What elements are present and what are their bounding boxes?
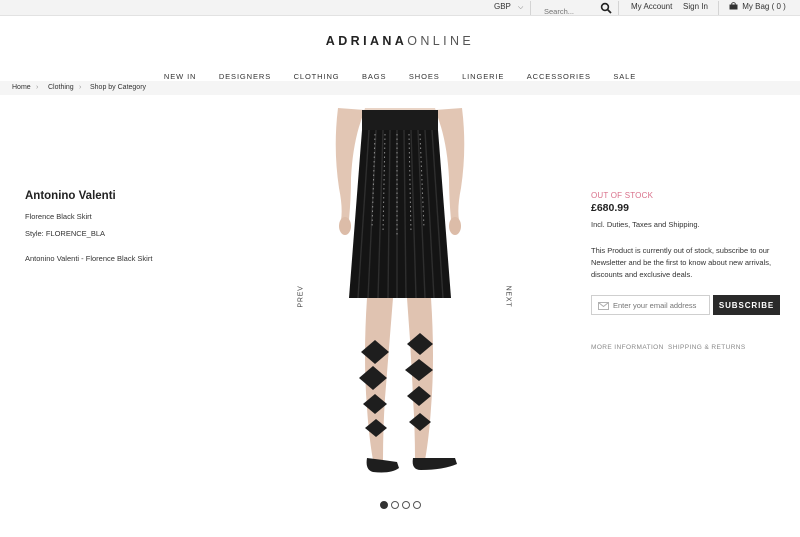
out-of-stock-notice: This Product is currently out of stock, … [591, 246, 772, 279]
site-logo[interactable]: ADRIANAONLINE [0, 34, 800, 48]
product-price: £680.99 [591, 202, 629, 214]
nav-designers[interactable]: DESIGNERS [219, 72, 271, 81]
currency-selector[interactable]: GBP ⌵ [494, 2, 523, 12]
nav-sale[interactable]: SALE [613, 72, 636, 81]
product-name: Florence Black Skirt [25, 212, 92, 221]
nav-shoes[interactable]: SHOES [409, 72, 440, 81]
stock-status: OUT OF STOCK [591, 191, 654, 200]
gallery-dot-4[interactable] [413, 501, 421, 509]
utility-bar: GBP ⌵ My Account Sign In My Bag ( 0 ) [0, 0, 800, 18]
breadcrumb-home[interactable]: Home [12, 84, 31, 91]
chevron-right-icon: › [79, 84, 82, 91]
my-account-link[interactable]: My Account [631, 2, 672, 11]
logo-primary: ADRIANA [325, 34, 408, 48]
product-brand[interactable]: Antonino Valenti [25, 190, 116, 202]
subscribe-button[interactable]: SUBSCRIBE [713, 295, 780, 315]
mail-icon [598, 302, 609, 310]
bag-count: ( 0 ) [771, 2, 786, 11]
nav-accessories[interactable]: ACCESSORIES [527, 72, 591, 81]
nav-bags[interactable]: BAGS [362, 72, 386, 81]
gallery-prev-button[interactable]: PREV [298, 285, 305, 307]
product-style-code: Style: FLORENCE_BLA [25, 229, 106, 238]
bag-icon [729, 2, 738, 10]
gallery-dot-3[interactable] [402, 501, 410, 509]
breadcrumb: Home › Clothing › Shop by Category [0, 81, 800, 95]
search-input[interactable] [538, 5, 594, 18]
product-description: Antonino Valenti - Florence Black Skirt [25, 254, 153, 263]
breadcrumb-shop-by-category[interactable]: Shop by Category [90, 84, 146, 91]
newsletter-email-field [591, 295, 710, 315]
divider [618, 1, 619, 15]
nav-lingerie[interactable]: LINGERIE [462, 72, 504, 81]
chevron-down-icon: ⌵ [517, 4, 524, 11]
email-input[interactable] [613, 298, 707, 313]
my-bag-link[interactable]: My Bag ( 0 ) [729, 2, 786, 11]
gallery-dot-1[interactable] [380, 501, 388, 509]
nav-new-in[interactable]: NEW IN [164, 72, 196, 81]
search-icon[interactable] [600, 2, 612, 14]
product-image[interactable] [325, 108, 475, 480]
breadcrumb-clothing[interactable]: Clothing [48, 84, 74, 91]
gallery-dot-2[interactable] [391, 501, 399, 509]
price-note: Incl. Duties, Taxes and Shipping. [591, 220, 700, 229]
nav-clothing[interactable]: CLOTHING [294, 72, 340, 81]
chevron-right-icon: › [36, 84, 39, 91]
currency-label: GBP [494, 2, 511, 11]
divider [530, 1, 531, 15]
gallery-next-button[interactable]: NEXT [504, 286, 511, 308]
gallery-pagination [380, 501, 424, 511]
more-information-link[interactable]: MORE INFORMATION [591, 344, 664, 351]
sign-in-link[interactable]: Sign In [683, 2, 708, 11]
search-box [538, 1, 614, 18]
logo-secondary: ONLINE [407, 34, 475, 48]
shipping-returns-link[interactable]: SHIPPING & RETURNS [668, 344, 746, 351]
divider [718, 1, 719, 15]
bag-label: My Bag [742, 2, 770, 11]
